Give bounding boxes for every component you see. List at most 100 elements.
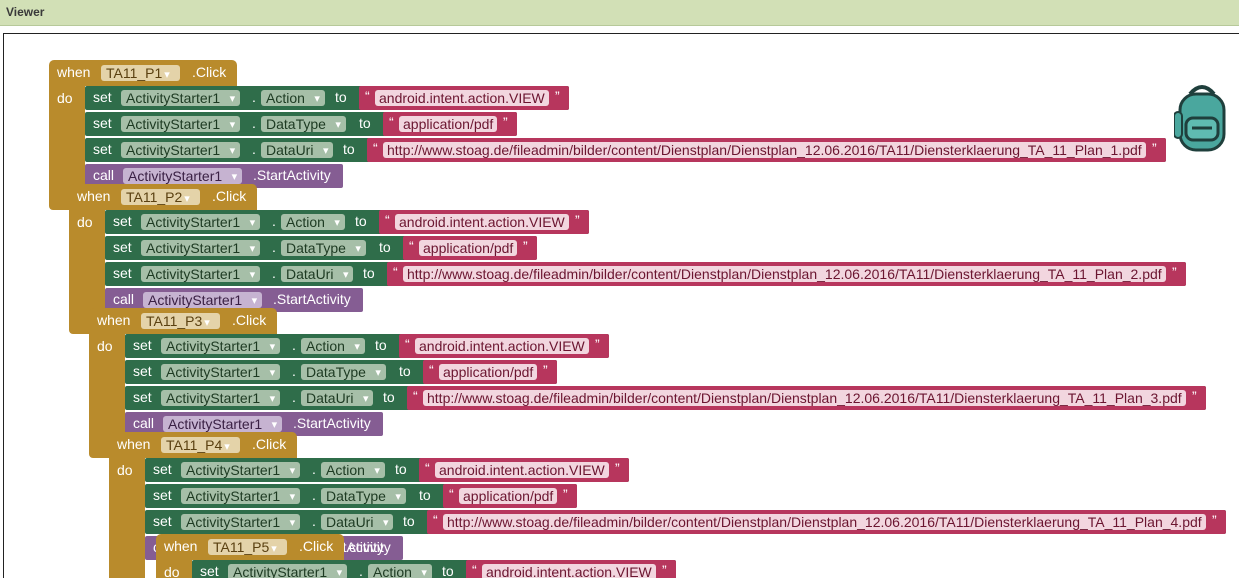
property-dropdown[interactable]: DataUri <box>261 142 334 159</box>
text-value[interactable]: android.intent.action.VIEW <box>435 462 609 478</box>
component-dropdown[interactable]: ActivityStarter1 <box>161 338 281 355</box>
text-block[interactable]: “android.intent.action.VIEW” <box>419 458 629 482</box>
to-label: to <box>375 337 387 353</box>
dot-label: . <box>272 265 276 281</box>
set-label: set <box>113 239 132 255</box>
quote-open: “ <box>433 512 438 528</box>
text-block[interactable]: “ http://www.stoag.de/fileadmin/bilder/co… <box>407 386 1206 410</box>
component-dropdown[interactable]: ActivityStarter1 <box>143 292 263 309</box>
dot-label: . <box>292 337 296 353</box>
text-block[interactable]: “android.intent.action.VIEW” <box>466 560 676 578</box>
component-dropdown[interactable]: ActivityStarter1 <box>161 364 281 381</box>
set-action-block[interactable]: setActivityStarter1.Actionto“android.int… <box>145 458 629 482</box>
text-value[interactable]: android.intent.action.VIEW <box>415 338 589 354</box>
component-dropdown[interactable]: ActivityStarter1 <box>141 266 261 283</box>
set-datatype-block[interactable]: set ActivityStarter1. DataType to “ applicati… <box>85 112 517 136</box>
component-dropdown[interactable]: ActivityStarter1 <box>181 462 301 479</box>
set-label: set <box>93 141 112 157</box>
uri-value[interactable]: http://www.stoag.de/fileadmin/bilder/con… <box>443 514 1206 530</box>
property-dropdown[interactable]: DataType <box>321 488 406 505</box>
button-dropdown[interactable]: TA11_P5 <box>208 539 288 555</box>
uri-value[interactable]: http://www.stoag.de/fileadmin/bilder/con… <box>423 390 1186 406</box>
property-dropdown[interactable]: DataType <box>281 240 366 257</box>
set-label: set <box>133 389 152 405</box>
button-dropdown[interactable]: TA11_P4 <box>161 437 241 453</box>
text-block[interactable]: “ application/pdf ” <box>383 112 517 136</box>
set-action-block[interactable]: setActivityStarter1.Actionto“android.int… <box>125 334 609 358</box>
text-value[interactable]: application/pdf <box>399 116 498 132</box>
set-label: set <box>133 363 152 379</box>
component-dropdown[interactable]: ActivityStarter1 <box>161 390 281 407</box>
property-dropdown[interactable]: DataType <box>301 364 386 381</box>
set-datauri-block[interactable]: set ActivityStarter1. DataUri to “ http://www… <box>145 510 1226 534</box>
quote-close: ” <box>1192 388 1197 404</box>
set-action-block[interactable]: setActivityStarter1.Actionto“android.int… <box>105 210 589 234</box>
text-block[interactable]: “ http://www.stoag.de/fileadmin/bilder/co… <box>427 510 1226 534</box>
button-dropdown[interactable]: TA11_P2 <box>121 189 201 205</box>
property-dropdown[interactable]: Action <box>281 214 345 231</box>
text-block[interactable]: “ http://www.stoag.de/fileadmin/bilder/co… <box>367 138 1166 162</box>
set-action-block[interactable]: setActivityStarter1.Actionto“android.int… <box>192 560 676 578</box>
blocks-workspace[interactable]: when TA11_P1 .Click do set ActivityStarter1. A… <box>3 33 1239 578</box>
property-dropdown[interactable]: Action <box>261 90 325 107</box>
dot-label: . <box>312 461 316 477</box>
text-value[interactable]: application/pdf <box>419 240 518 256</box>
do-label: do <box>97 338 113 354</box>
quote-open: “ <box>389 114 394 130</box>
text-block[interactable]: “ application/pdf ” <box>443 484 577 508</box>
text-value[interactable]: android.intent.action.VIEW <box>375 90 549 106</box>
when-label: when <box>117 436 151 452</box>
text-value[interactable]: application/pdf <box>459 488 558 504</box>
to-label: to <box>395 461 407 477</box>
quote-open: “ <box>405 336 410 352</box>
component-dropdown[interactable]: ActivityStarter1 <box>181 514 301 531</box>
property-dropdown[interactable]: Action <box>301 338 365 355</box>
set-datatype-block[interactable]: set ActivityStarter1. DataType to “ applicati… <box>125 360 557 384</box>
set-action-block[interactable]: setActivityStarter1.Actionto“android.int… <box>85 86 569 110</box>
set-datatype-block[interactable]: set ActivityStarter1. DataType to “ applicati… <box>105 236 537 260</box>
button-dropdown[interactable]: TA11_P1 <box>101 65 181 81</box>
text-block[interactable]: “ application/pdf ” <box>403 236 537 260</box>
text-block[interactable]: “android.intent.action.VIEW” <box>399 334 609 358</box>
quote-open: “ <box>425 460 430 476</box>
when-label: when <box>164 538 198 554</box>
quote-close: ” <box>563 486 568 502</box>
property-dropdown[interactable]: DataUri <box>281 266 354 283</box>
property-dropdown[interactable]: DataUri <box>321 514 394 531</box>
text-block[interactable]: “ application/pdf ” <box>423 360 557 384</box>
start-activity-label: .StartActivity <box>293 415 371 431</box>
text-block[interactable]: “android.intent.action.VIEW” <box>359 86 569 110</box>
click-label: .Click <box>192 64 227 80</box>
text-block[interactable]: “ http://www.stoag.de/fileadmin/bilder/co… <box>387 262 1186 286</box>
property-dropdown[interactable]: Action <box>321 462 385 479</box>
property-dropdown[interactable]: DataUri <box>301 390 374 407</box>
set-datatype-block[interactable]: set ActivityStarter1. DataType to “ applicati… <box>145 484 577 508</box>
when-label: when <box>97 312 131 328</box>
text-block[interactable]: “android.intent.action.VIEW” <box>379 210 589 234</box>
dot-label: . <box>292 389 296 405</box>
to-label: to <box>383 389 395 405</box>
set-datauri-block[interactable]: set ActivityStarter1. DataUri to “ http://www… <box>125 386 1206 410</box>
set-datauri-block[interactable]: set ActivityStarter1. DataUri to “ http://www… <box>85 138 1166 162</box>
text-value[interactable]: application/pdf <box>439 364 538 380</box>
component-dropdown[interactable]: ActivityStarter1 <box>121 142 241 159</box>
component-dropdown[interactable]: ActivityStarter1 <box>121 90 241 107</box>
component-dropdown[interactable]: ActivityStarter1 <box>141 240 261 257</box>
set-datauri-block[interactable]: set ActivityStarter1. DataUri to “ http://www… <box>105 262 1186 286</box>
component-dropdown[interactable]: ActivityStarter1 <box>181 488 301 505</box>
property-dropdown[interactable]: DataType <box>261 116 346 133</box>
uri-value[interactable]: http://www.stoag.de/fileadmin/bilder/con… <box>403 266 1166 282</box>
component-dropdown[interactable]: ActivityStarter1 <box>163 416 283 433</box>
button-dropdown[interactable]: TA11_P3 <box>141 313 221 329</box>
to-label: to <box>363 265 375 281</box>
to-label: to <box>399 363 411 379</box>
set-label: set <box>153 513 172 529</box>
text-value[interactable]: android.intent.action.VIEW <box>395 214 569 230</box>
uri-value[interactable]: http://www.stoag.de/fileadmin/bilder/con… <box>383 142 1146 158</box>
quote-close: ” <box>1212 512 1217 528</box>
component-dropdown[interactable]: ActivityStarter1 <box>121 116 241 133</box>
backpack-icon[interactable] <box>1174 82 1230 152</box>
component-dropdown[interactable]: ActivityStarter1 <box>141 214 261 231</box>
to-label: to <box>343 141 355 157</box>
component-dropdown[interactable]: ActivityStarter1 <box>123 168 243 185</box>
